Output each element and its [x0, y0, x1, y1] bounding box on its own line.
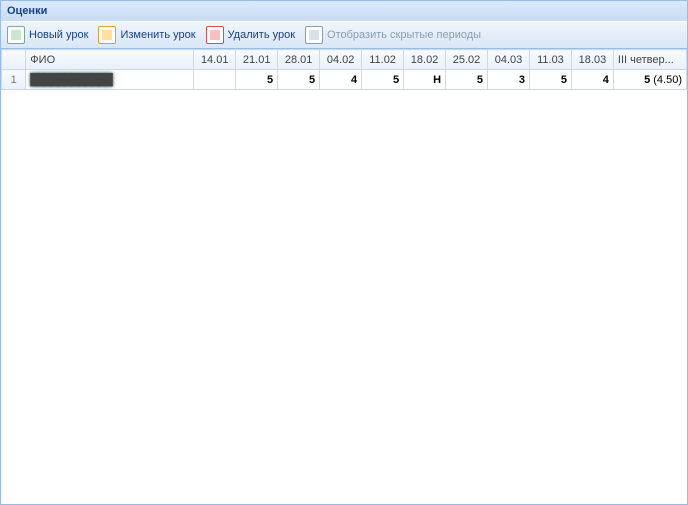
delete-lesson-button[interactable]: Удалить урок: [206, 26, 295, 44]
col-name[interactable]: ФИО: [26, 50, 194, 70]
col-date[interactable]: 04.02: [320, 50, 362, 70]
col-date[interactable]: 25.02: [446, 50, 488, 70]
delete-icon: [206, 26, 224, 44]
average-cell[interactable]: 5 (4.50): [613, 70, 686, 90]
grade-cell[interactable]: 5: [278, 70, 320, 90]
grade-cell[interactable]: 5: [362, 70, 404, 90]
grade-cell[interactable]: 5: [529, 70, 571, 90]
new-lesson-label: Новый урок: [29, 29, 88, 41]
pencil-icon: [98, 26, 116, 44]
grade-cell[interactable]: [194, 70, 236, 90]
grade-cell[interactable]: 4: [571, 70, 613, 90]
col-date[interactable]: 11.03: [529, 50, 571, 70]
edit-lesson-button[interactable]: Изменить урок: [98, 26, 195, 44]
window-title: Оценки: [1, 1, 687, 21]
show-hidden-label: Отобразить скрытые периоды: [327, 29, 481, 41]
col-date[interactable]: 04.03: [488, 50, 530, 70]
toolbar: Новый урок Изменить урок Удалить урок От…: [1, 21, 687, 49]
new-lesson-button[interactable]: Новый урок: [7, 26, 88, 44]
col-average[interactable]: III четвер...: [613, 50, 686, 70]
grade-cell[interactable]: 4: [320, 70, 362, 90]
col-rownum[interactable]: [2, 50, 26, 70]
grades-window: Оценки Новый урок Изменить урок Удалить …: [0, 0, 688, 505]
grade-cell[interactable]: 3: [488, 70, 530, 90]
edit-lesson-label: Изменить урок: [120, 29, 195, 41]
row-number: 1: [2, 70, 26, 90]
col-date[interactable]: 18.03: [571, 50, 613, 70]
header-row: ФИО 14.01 21.01 28.01 04.02 11.02 18.02 …: [2, 50, 687, 70]
plus-icon: [7, 26, 25, 44]
grade-cell[interactable]: 5: [236, 70, 278, 90]
col-date[interactable]: 21.01: [236, 50, 278, 70]
grade-cell[interactable]: 5: [446, 70, 488, 90]
col-date[interactable]: 14.01: [194, 50, 236, 70]
grades-table: ФИО 14.01 21.01 28.01 04.02 11.02 18.02 …: [1, 49, 687, 90]
delete-lesson-label: Удалить урок: [228, 29, 295, 41]
col-date[interactable]: 11.02: [362, 50, 404, 70]
student-name[interactable]: ████████████: [26, 70, 194, 90]
grades-grid[interactable]: ФИО 14.01 21.01 28.01 04.02 11.02 18.02 …: [1, 49, 687, 504]
col-date[interactable]: 28.01: [278, 50, 320, 70]
col-date[interactable]: 18.02: [404, 50, 446, 70]
show-hidden-periods-button: Отобразить скрытые периоды: [305, 26, 481, 44]
table-row[interactable]: 1████████████5545Н53545 (4.50): [2, 70, 687, 90]
calendar-icon: [305, 26, 323, 44]
grade-cell[interactable]: Н: [404, 70, 446, 90]
